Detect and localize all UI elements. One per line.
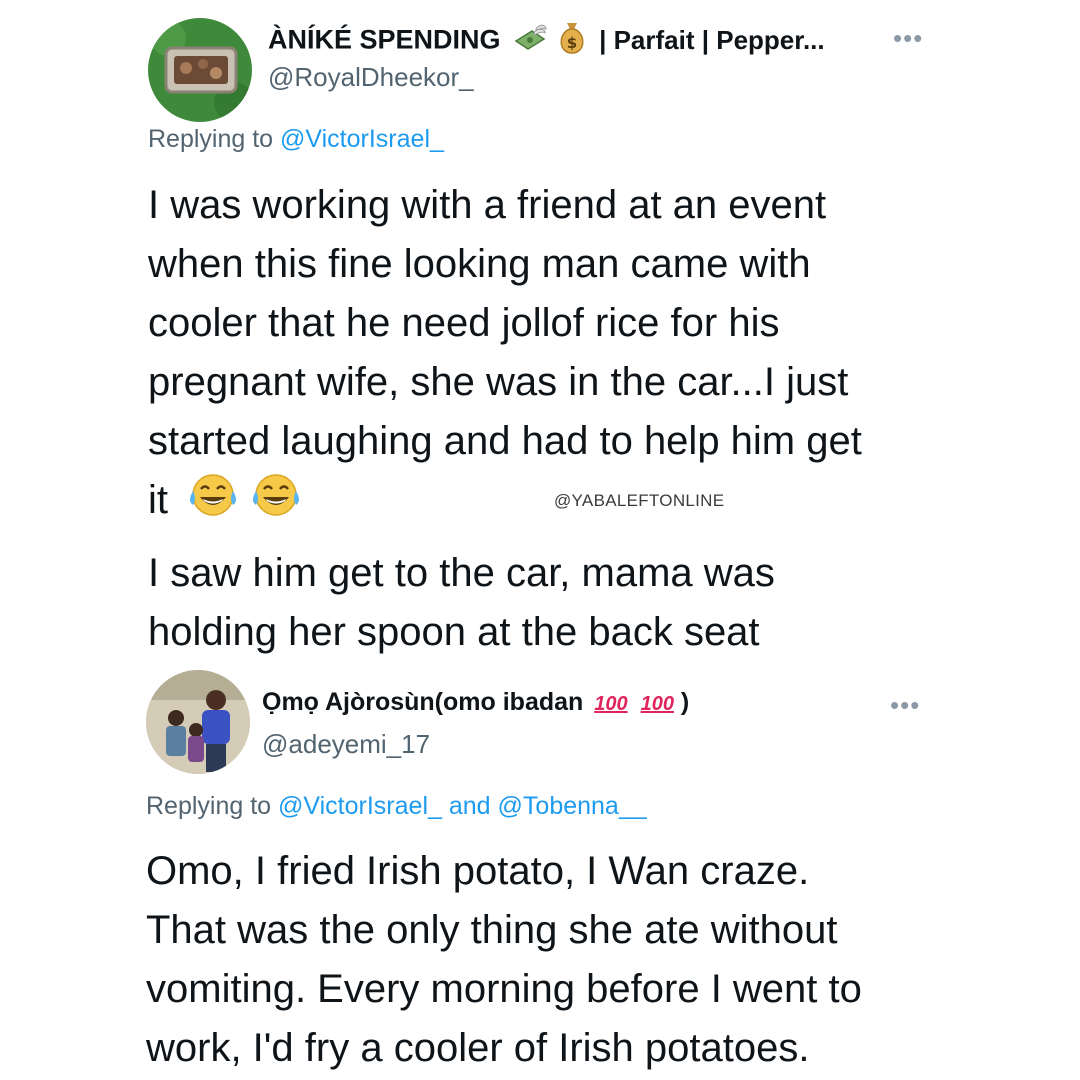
hundred-points-icon: 100 <box>594 693 628 715</box>
tweet2-line-3: vomiting. Every morning before I went to <box>146 967 862 1011</box>
replying-to-1: Replying to @VictorIsrael_ <box>148 125 444 154</box>
display-name-text: Ọmọ Ajòrosùn(omo ibadan <box>262 688 584 716</box>
display-name-suffix: | Parfait | Pepper... <box>599 24 825 55</box>
display-name-close: ) <box>680 688 690 716</box>
display-name-1[interactable]: ÀNÍKÉ SPENDING $ | Parfait | Pepper... <box>268 21 825 62</box>
tweet2-line-1: Omo, I fried Irish potato, I Wan craze. <box>146 849 810 893</box>
tweet1-line-1: I was working with a friend at an event <box>148 183 827 227</box>
mention-victorisrael[interactable]: @VictorIsrael_ <box>278 792 442 820</box>
display-name-2[interactable]: Ọmọ Ajòrosùn(omo ibadan 100 100 ) <box>262 688 689 717</box>
money-bag-icon: $ <box>556 21 588 62</box>
tweet1-p2-line-1: I saw him get to the car, mama was <box>148 551 775 595</box>
replying-to-label: Replying to <box>148 125 274 153</box>
mention-tobenna[interactable]: @Tobenna__ <box>498 792 647 820</box>
laughing-tears-emoji-icon <box>250 471 302 534</box>
tweet1-p2-line-2: holding her spoon at the back seat <box>148 610 760 654</box>
svg-text:$: $ <box>566 34 576 52</box>
mention-conjunction: and <box>448 792 491 820</box>
avatar-royaldheekor[interactable] <box>148 18 252 122</box>
tweet2-line-4: work, I'd fry a cooler of Irish potatoes… <box>146 1026 810 1070</box>
avatar-adeyemi[interactable] <box>146 670 250 774</box>
watermark: @YABALEFTONLINE <box>554 491 725 510</box>
replying-to-2: Replying to @VictorIsrael_ and @Tobenna_… <box>146 792 647 821</box>
tweet1-line-2: when this fine looking man came with <box>148 242 811 286</box>
money-with-wings-icon <box>512 23 548 60</box>
mention-victorisrael[interactable]: @VictorIsrael_ <box>280 125 444 153</box>
laughing-tears-emoji-icon <box>187 471 239 534</box>
user-handle-2[interactable]: @adeyemi_17 <box>262 729 430 760</box>
tweet-body-1: I was working with a friend at an event … <box>148 176 1048 534</box>
tweet1-line-5: started laughing and had to help him get <box>148 419 862 463</box>
more-options-icon-2[interactable]: ••• <box>890 690 920 721</box>
display-name-text: ÀNÍKÉ SPENDING <box>268 24 501 55</box>
tweet1-last-word: it <box>148 478 168 523</box>
user-handle-1[interactable]: @RoyalDheekor_ <box>268 62 474 93</box>
tweet-body-2: Omo, I fried Irish potato, I Wan craze. … <box>146 842 1056 1078</box>
replying-to-label: Replying to <box>146 792 272 820</box>
tweet2-line-2: That was the only thing she ate without <box>146 908 838 952</box>
more-options-icon-1[interactable]: ••• <box>893 23 923 54</box>
tweet1-line-3: cooler that he need jollof rice for his <box>148 301 780 345</box>
tweet-body-1-paragraph-2: I saw him get to the car, mama was holdi… <box>148 544 1048 662</box>
tweet1-line-4: pregnant wife, she was in the car...I ju… <box>148 360 849 404</box>
hundred-points-icon: 100 <box>640 693 674 715</box>
